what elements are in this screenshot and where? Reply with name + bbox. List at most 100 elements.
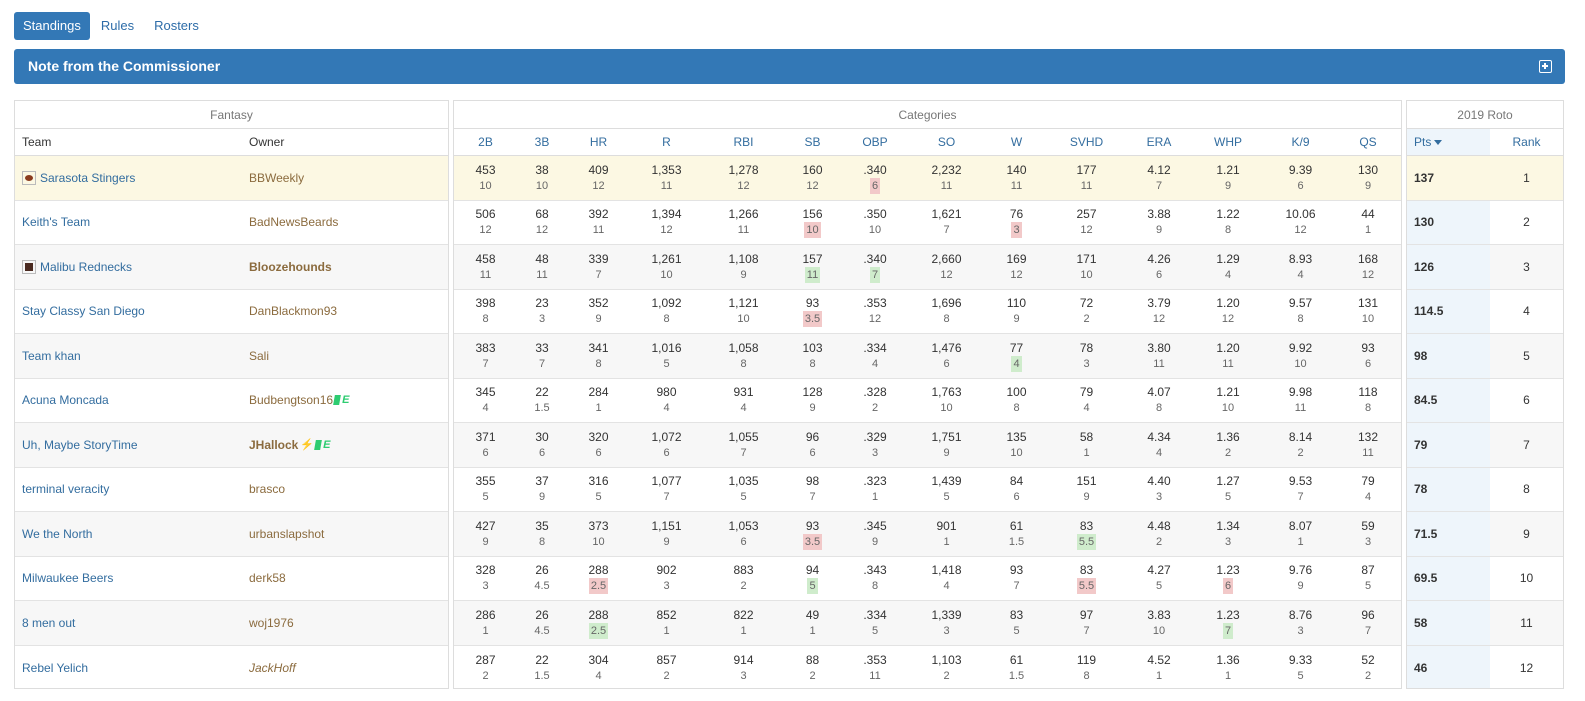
stat-points: 11: [1153, 357, 1165, 370]
owner-name-link[interactable]: woj1976: [249, 616, 294, 630]
roto-row: 79 7: [1407, 423, 1563, 468]
stat-value: 288: [588, 563, 609, 578]
category-cell-2b: 398 8: [454, 295, 517, 327]
category-header-r[interactable]: R: [630, 135, 703, 149]
total-points: 78: [1414, 482, 1428, 497]
category-row: 345 4 22 1.5 284 1 980 4 931 4 128 9.328 2 1,763 10 100…: [454, 379, 1401, 423]
category-header-whp[interactable]: WHP: [1194, 135, 1262, 149]
category-row: 371 6 30 6 320 6 1,072 6 1,055 7 96 6.329 3 1,751 9 135…: [454, 423, 1401, 468]
tab-rules[interactable]: Rules: [92, 12, 143, 40]
stat-points: 1: [663, 624, 670, 637]
owner-name-link[interactable]: Sali: [249, 349, 269, 363]
owner-name-link[interactable]: brasco: [249, 482, 285, 496]
team-name-link[interactable]: Team khan: [22, 349, 81, 363]
stat-value: 1.36: [1216, 652, 1240, 667]
stat-value: 320: [588, 429, 609, 444]
category-cell-svhd: 79 4: [1049, 384, 1124, 416]
team-name-link[interactable]: Uh, Maybe StoryTime: [22, 438, 138, 452]
owner-column-header[interactable]: Owner: [242, 135, 448, 149]
stat-value: 409: [588, 162, 609, 177]
category-header-sb[interactable]: SB: [784, 135, 841, 149]
category-cell-3b: 26 4.5: [517, 607, 567, 639]
stat-points: 1: [740, 624, 747, 637]
team-name-link[interactable]: Acuna Moncada: [22, 393, 109, 407]
stat-points: 1.5: [534, 669, 550, 682]
owner-name-link[interactable]: DanBlackmon93: [249, 304, 337, 318]
total-points: 58: [1414, 615, 1428, 630]
category-header-3b[interactable]: 3B: [517, 135, 567, 149]
stat-points: 9: [809, 402, 816, 415]
category-header-w[interactable]: W: [984, 135, 1049, 149]
owner-name-link[interactable]: BadNewsBeards: [249, 215, 338, 229]
team-name-link[interactable]: Keith's Team: [22, 215, 90, 229]
stat-points: 8: [1013, 402, 1020, 415]
rank-column-header[interactable]: Rank: [1490, 135, 1563, 149]
stat-points: 10: [660, 268, 673, 281]
stat-value: 49: [805, 607, 820, 622]
stat-points: 5: [1013, 624, 1020, 637]
category-cell-sb: 93 3.5: [784, 518, 841, 550]
team-name-link[interactable]: 8 men out: [22, 616, 75, 630]
category-header-2b[interactable]: 2B: [454, 135, 517, 149]
category-cell-obp: .353 12: [841, 295, 909, 327]
owner-name-link[interactable]: derk58: [249, 571, 286, 585]
team-name-link[interactable]: We the North: [22, 527, 92, 541]
category-cell-era: 3.83 10: [1124, 607, 1194, 639]
owner-name-link[interactable]: Bloozehounds: [249, 260, 332, 274]
team-name-link[interactable]: Milwaukee Beers: [22, 571, 113, 585]
owner-name-link[interactable]: JackHoff: [249, 661, 296, 675]
rank-value: 1: [1523, 170, 1530, 185]
stat-value: 371: [475, 429, 496, 444]
team-name-link[interactable]: Sarasota Stingers: [40, 171, 135, 185]
category-header-rbi[interactable]: RBI: [703, 135, 784, 149]
tab-rosters[interactable]: Rosters: [145, 12, 208, 40]
category-header-so[interactable]: SO: [909, 135, 984, 149]
stat-value: 103: [802, 340, 823, 355]
stat-value: 287: [475, 652, 496, 667]
stat-value: 1,103: [931, 652, 962, 667]
stat-value: 458: [475, 251, 496, 266]
owner-name-link[interactable]: Budbengtson16: [249, 393, 333, 407]
stat-value: 355: [475, 474, 496, 489]
category-header-era[interactable]: ERA: [1124, 135, 1194, 149]
stat-points: 5: [595, 491, 602, 504]
category-header-hr[interactable]: HR: [567, 135, 630, 149]
owner-name-link[interactable]: urbanslapshot: [249, 527, 324, 541]
owner-cell: JHallock ⚡ E: [242, 438, 448, 452]
owner-name-link[interactable]: JHallock: [249, 438, 298, 452]
owner-name-link[interactable]: BBWeekly: [249, 171, 304, 185]
tab-standings[interactable]: Standings: [14, 12, 90, 40]
team-name-link[interactable]: Stay Classy San Diego: [22, 304, 145, 318]
stat-points: 12: [1361, 268, 1375, 281]
stat-points: 7: [1155, 179, 1163, 192]
team-name-link[interactable]: Malibu Rednecks: [40, 260, 132, 274]
expand-plus-icon[interactable]: [1539, 60, 1552, 73]
stat-value: 1,476: [931, 340, 962, 355]
stat-value: .343: [863, 563, 887, 578]
stat-value: 1.20: [1216, 340, 1240, 355]
category-cell-sb: 157 11: [784, 251, 841, 283]
stat-points: 11: [940, 179, 953, 192]
stat-value: 59: [1361, 518, 1375, 533]
stat-value: 980: [656, 385, 677, 400]
team-name-link[interactable]: Rebel Yelich: [22, 661, 88, 675]
team-name-link[interactable]: terminal veracity: [22, 482, 109, 496]
category-header-qs[interactable]: QS: [1339, 135, 1397, 149]
stat-value: 4.27: [1147, 563, 1171, 578]
stat-value: 87: [1361, 563, 1375, 578]
team-column-header[interactable]: Team: [15, 135, 242, 149]
stat-points: 12: [1152, 313, 1166, 326]
category-header-obp[interactable]: OBP: [841, 135, 909, 149]
category-cell-qs: 52 2: [1339, 652, 1397, 684]
category-header-k9[interactable]: K/9: [1262, 135, 1339, 149]
category-cell-w: 61 1.5: [984, 518, 1049, 550]
commissioner-note-panel[interactable]: Note from the Commissioner: [14, 49, 1565, 84]
stat-points: 7: [1297, 491, 1304, 504]
stat-value: 1,353: [651, 162, 682, 177]
stat-value: 135: [1006, 429, 1027, 444]
category-cell-obp: .340 7: [841, 251, 909, 283]
pts-column-header[interactable]: Pts: [1407, 129, 1490, 155]
team-row: Stay Classy San Diego DanBlackmon93: [15, 290, 448, 334]
roto-row: 46 12: [1407, 645, 1563, 688]
category-header-svhd[interactable]: SVHD: [1049, 135, 1124, 149]
